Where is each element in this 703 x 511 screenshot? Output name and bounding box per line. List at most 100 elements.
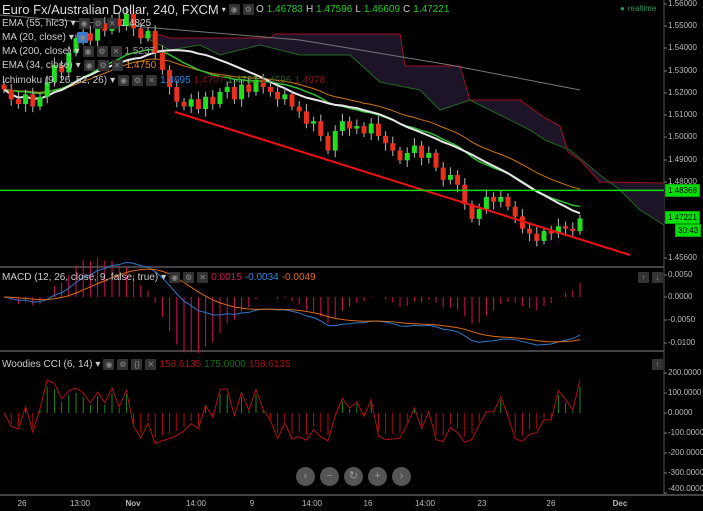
time-tick-label: Nov — [125, 499, 141, 508]
candle — [570, 228, 576, 232]
gear-icon[interactable]: ⚙ — [183, 272, 195, 283]
indicator-ma200[interactable]: MA (200, close) ▾ ◉ ⚙ ✕ 1.5237 — [2, 46, 155, 57]
gear-icon[interactable]: ⚙ — [132, 75, 144, 86]
indicator-tick-label: -300.0000 — [668, 468, 703, 477]
signal-value: -0.0049 — [281, 272, 316, 283]
indicator-ema55[interactable]: EMA (55, hlc3) ▾ ◉ ⚙ ✕ 1.4825 — [2, 18, 151, 29]
move-up-icon[interactable]: ↑ — [652, 359, 663, 370]
move-down-icon[interactable]: ↓ — [652, 272, 663, 283]
eye-icon[interactable]: ◉ — [103, 359, 115, 370]
scroll-right-button[interactable]: › — [392, 467, 411, 486]
candle — [411, 145, 417, 153]
zoom-out-button[interactable]: − — [320, 467, 339, 486]
close-value: 1.47221 — [413, 4, 450, 15]
ichimoku-value: 1.4707 — [193, 75, 225, 86]
candle — [325, 135, 331, 151]
candle — [303, 111, 309, 124]
candle — [347, 121, 353, 129]
indicator-label: MA (20, close) — [2, 32, 66, 43]
close-icon[interactable]: ✕ — [106, 18, 118, 29]
ichimoku-cloud — [140, 34, 664, 225]
macd-legend[interactable]: MACD (12, 26, close, 9, false, true) ▾ ◉ ⚙ ✕… — [2, 272, 316, 283]
close-icon[interactable]: ✕ — [110, 46, 122, 57]
candle — [563, 226, 569, 229]
title-text: Euro Fx/Australian Dollar, 240, FXCM — [2, 2, 219, 17]
macd-hist-value: 0.0015 — [211, 272, 242, 283]
candle — [462, 184, 468, 205]
ohlc-readout: O 1.46783 H 1.47596 L 1.46609 C 1.47221 — [256, 4, 449, 15]
price-tick-label: 1.56000 — [668, 0, 697, 8]
gear-icon[interactable]: ⚙ — [92, 18, 104, 29]
gear-icon[interactable]: ⚙ — [96, 46, 108, 57]
time-tick-label: 13:00 — [69, 499, 91, 508]
candle — [217, 91, 223, 105]
candle — [354, 126, 360, 129]
candle — [231, 87, 237, 100]
gear-icon[interactable]: ⚙ — [242, 4, 254, 15]
last-price-tag: 1.47221 — [665, 211, 700, 224]
candle — [534, 233, 540, 241]
close-icon[interactable]: ✕ — [146, 75, 158, 86]
candle — [181, 101, 187, 107]
candle — [282, 94, 288, 100]
eye-icon[interactable]: ◉ — [169, 272, 181, 283]
indicator-ichimoku[interactable]: Ichimoku (9, 26, 52, 26) ▾ ◉ ⚙ ✕ 1.4695 1.470… — [2, 75, 325, 86]
close-icon[interactable]: ✕ — [145, 359, 157, 370]
close-icon[interactable]: ✕ — [111, 60, 123, 71]
cci-legend[interactable]: Woodies CCI (6, 14) ▾ ◉ ⚙{} ✕ 158.6135 175.00… — [2, 359, 291, 370]
symbol-title[interactable]: Euro Fx/Australian Dollar, 240, FXCM ▾ ◉ ⚙ — [2, 2, 254, 17]
eye-icon[interactable]: ◉ — [228, 4, 240, 15]
candle — [383, 135, 389, 144]
eye-icon[interactable]: ◉ — [78, 18, 90, 29]
scroll-left-button[interactable]: ‹ — [296, 467, 315, 486]
indicator-value: 1.4750 — [125, 60, 157, 71]
candle — [512, 206, 518, 217]
eye-icon[interactable]: ◉ — [118, 75, 130, 86]
candle — [87, 33, 93, 41]
eye-icon[interactable]: ◉ — [76, 32, 88, 43]
candle — [159, 52, 165, 70]
time-tick-label: 16 — [363, 499, 373, 508]
reset-button[interactable]: ↻ — [344, 467, 363, 486]
indicator-ma20[interactable]: MA (20, close) ▾ ◉ — [2, 32, 88, 43]
gear-icon[interactable]: ⚙ — [117, 359, 129, 370]
indicator-value: 1.4825 — [120, 18, 152, 29]
indicator-tick-label: 0.0000 — [668, 408, 693, 417]
braces-icon[interactable]: {} — [131, 359, 143, 370]
candle — [577, 218, 583, 232]
zoom-in-button[interactable]: + — [368, 467, 387, 486]
macd-value: -0.0034 — [244, 272, 279, 283]
gear-icon[interactable]: ⚙ — [97, 60, 109, 71]
time-tick-label: 14:00 — [301, 499, 323, 508]
time-tick-label: 26 — [546, 499, 556, 508]
l-label: L — [355, 4, 361, 15]
candle — [239, 84, 245, 100]
close-icon[interactable]: ✕ — [197, 272, 209, 283]
candle — [498, 196, 504, 202]
time-tick-label: 14:00 — [414, 499, 436, 508]
indicator-ema34[interactable]: EMA (34, close) ▾ ◉ ⚙ ✕ 1.4750 — [2, 60, 156, 71]
indicator-tick-label: 100.0000 — [668, 388, 702, 397]
indicator-label: Ichimoku (9, 26, 52, 26) — [2, 75, 108, 86]
h-label: H — [305, 4, 314, 15]
move-up-icon[interactable]: ↑ — [638, 272, 649, 283]
candle — [404, 152, 410, 161]
eye-icon[interactable]: ◉ — [82, 46, 94, 57]
cci-value: 158.6135 — [159, 359, 202, 370]
candle — [368, 123, 374, 134]
candle — [390, 143, 396, 151]
candle — [433, 152, 439, 168]
ichimoku-value: 1.4978 — [294, 75, 326, 86]
price-tick-label: 1.54000 — [668, 43, 697, 52]
time-tick-label: Dec — [612, 499, 628, 508]
price-tick-label: 1.52000 — [668, 88, 697, 97]
realtime-text: realtime — [627, 4, 657, 13]
candle — [541, 231, 547, 241]
candle — [37, 96, 43, 107]
candle — [30, 94, 36, 107]
price-tick-label: 1.53000 — [668, 66, 697, 75]
candle — [455, 174, 461, 185]
eye-icon[interactable]: ◉ — [83, 60, 95, 71]
time-tick-label: 14:00 — [185, 499, 207, 508]
price-tick-label: 1.49000 — [668, 155, 697, 164]
